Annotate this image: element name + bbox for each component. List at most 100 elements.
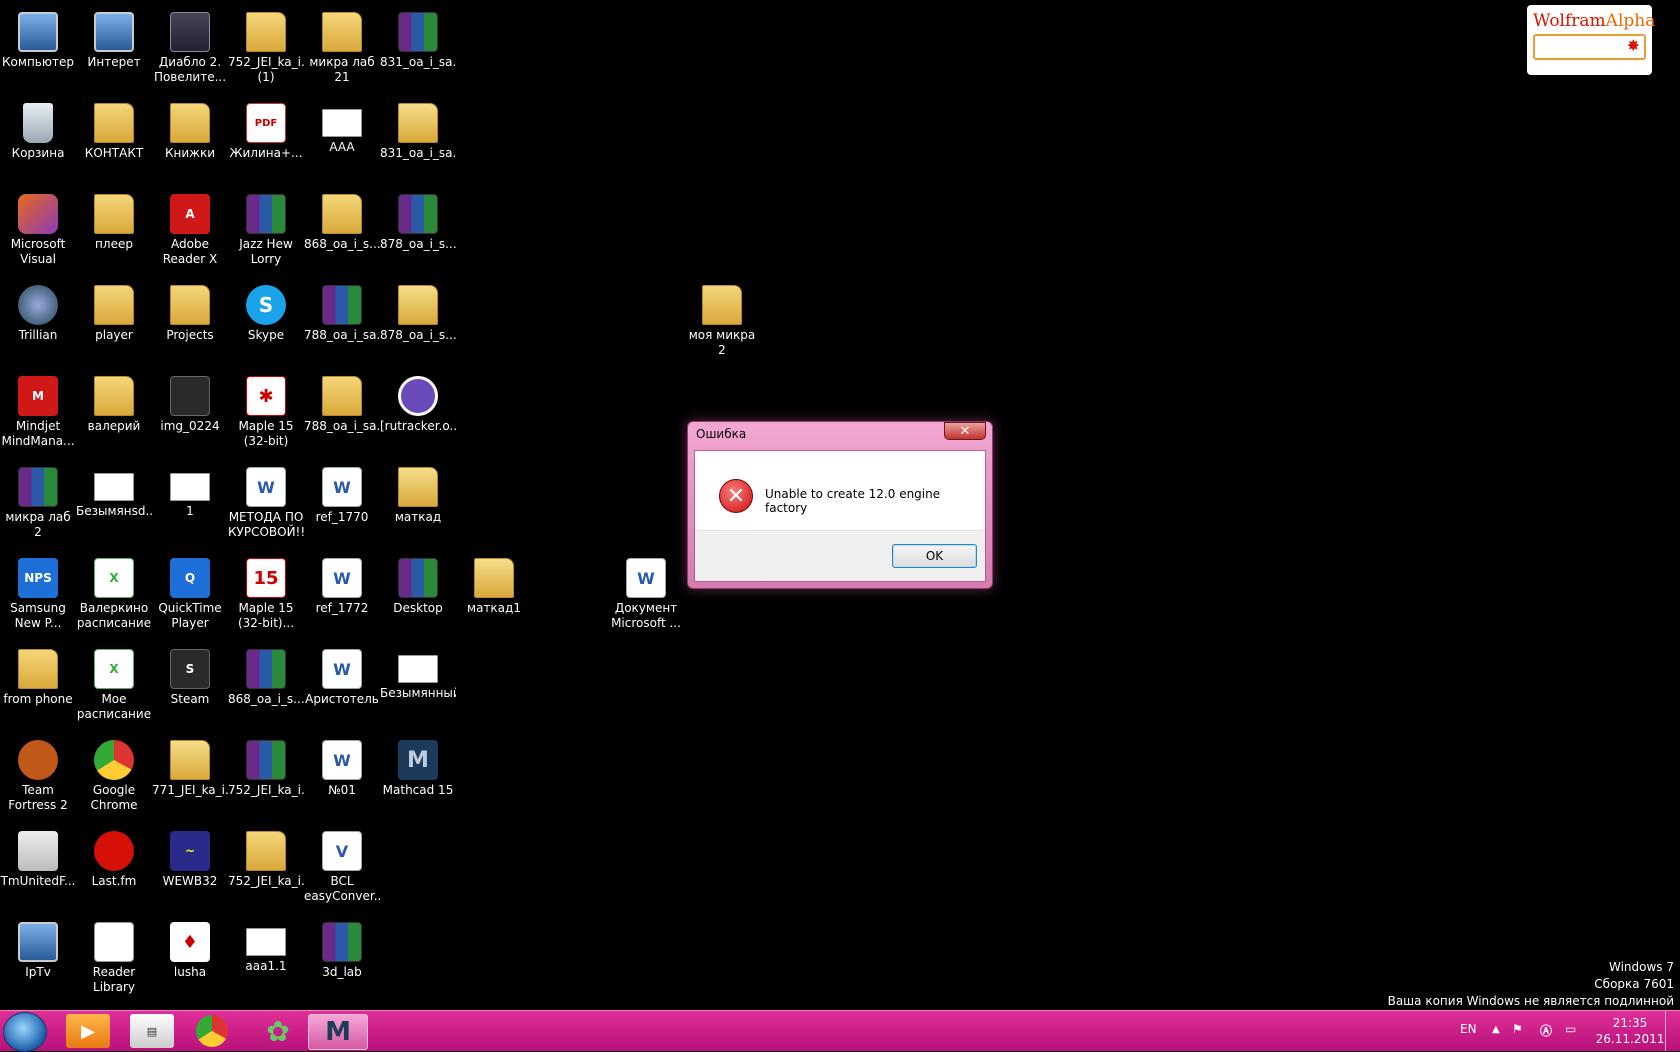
desktop-icon[interactable]: Интерет xyxy=(76,6,152,94)
show-desktop-button[interactable] xyxy=(1665,1011,1680,1051)
rar-icon xyxy=(398,12,438,52)
desktop-icon[interactable]: Q QuickTime Player xyxy=(152,552,228,640)
desktop-icon[interactable]: Wref_1772 xyxy=(304,552,380,640)
desktop-icon-label: Безымянsd... xyxy=(76,504,152,518)
desktop-icon-label: aaa1.1 xyxy=(245,959,287,973)
desktop-icon[interactable]: Книжки xyxy=(152,97,228,185)
dialog-close-button[interactable]: ✕ xyxy=(944,422,986,440)
folder-icon xyxy=(18,649,58,689)
desktop-icon[interactable]: Projects xyxy=(152,279,228,367)
language-indicator[interactable]: EN xyxy=(1460,1022,1477,1036)
desktop-icon[interactable]: W Аристотель xyxy=(304,643,380,731)
desktop-icon[interactable]: 788_oa_i_sa... xyxy=(304,279,380,367)
start-button[interactable] xyxy=(3,1012,47,1052)
desktop-icon-label: моя микра 2 xyxy=(688,328,756,357)
book-icon xyxy=(94,922,134,962)
desktop-icon[interactable]: W №01 xyxy=(304,734,380,822)
action-center-flag-icon[interactable]: ⚑ xyxy=(1512,1022,1523,1036)
desktop-icon[interactable]: NPS Samsung New P... xyxy=(0,552,76,640)
antivirus-tray-icon[interactable]: Ⓐ xyxy=(1540,1022,1552,1039)
desktop-icon[interactable]: ♦ lusha xyxy=(152,916,228,1004)
desktop-icon[interactable]: A Adobe Reader X xyxy=(152,188,228,276)
desktop-icon-label: Mathcad 15 xyxy=(382,783,454,797)
desktop-icon[interactable]: Wref_1770 xyxy=(304,461,380,549)
desktop-icon[interactable]: маткад xyxy=(380,461,456,549)
desktop-icon[interactable]: from phone xyxy=(0,643,76,731)
desktop-icon[interactable]: V BCL easyConver... xyxy=(304,825,380,913)
ok-button[interactable]: OK xyxy=(892,544,977,568)
network-tray-icon[interactable]: ▭ xyxy=(1565,1022,1576,1036)
desktop-icon[interactable]: S Steam xyxy=(152,643,228,731)
desktop-icon[interactable]: 831_oa_i_sa... xyxy=(380,97,456,185)
desktop-icon[interactable]: Google Chrome xyxy=(76,734,152,822)
desktop-icon[interactable]: M Mathcad 15 xyxy=(380,734,456,822)
desktop-icon[interactable]: Last.fm xyxy=(76,825,152,913)
desktop-icon[interactable]: ✱ Maple 15 (32-bit) xyxy=(228,370,304,458)
desktop-icon[interactable]: 831_oa_i_sa... xyxy=(380,6,456,94)
desktop-icon[interactable]: 788_oa_i_sa... xyxy=(304,370,380,458)
error-dialog[interactable]: Ошибка ✕ ✕ Unable to create 12.0 engine … xyxy=(687,421,993,589)
folder-doc-icon xyxy=(398,467,438,507)
taskbar-tm-united-icon[interactable]: ▤ xyxy=(130,1014,174,1048)
desktop-icon[interactable]: IpTv xyxy=(0,916,76,1004)
taskbar-chrome-icon[interactable] xyxy=(196,1015,228,1047)
desktop-icon[interactable]: КОНТАКТ xyxy=(76,97,152,185)
taskbar-icq-icon[interactable]: ✿ xyxy=(256,1014,300,1048)
folder-icon xyxy=(246,831,286,871)
desktop-icon[interactable]: X Мое расписание xyxy=(76,643,152,731)
desktop-icon[interactable]: Безымянsd... xyxy=(76,461,152,549)
desktop-icon[interactable]: W Документ Microsoft ... xyxy=(608,552,684,640)
desktop-icon[interactable]: 771_JEI_ka_i... xyxy=(152,734,228,822)
desktop-icon[interactable]: aaa1.1 xyxy=(228,916,304,1004)
desktop-icon[interactable]: W МЕТОДА ПО КУРСОВОЙ!!! xyxy=(228,461,304,549)
desktop-icon[interactable]: Team Fortress 2 xyxy=(0,734,76,822)
desktop-icon[interactable]: 15 Maple 15 (32-bit)... xyxy=(228,552,304,640)
desktop-icon[interactable]: [rutracker.o... xyxy=(380,370,456,458)
desktop-icon[interactable]: маткад1 xyxy=(456,552,532,640)
desktop-icon[interactable]: X Валеркино расписание xyxy=(76,552,152,640)
desktop-icon[interactable]: валерий xyxy=(76,370,152,458)
desktop-icon[interactable]: 1 xyxy=(152,461,228,549)
taskbar-media-player-icon[interactable]: ▶ xyxy=(66,1014,110,1048)
desktop-icon[interactable]: 868_oa_i_s... xyxy=(304,188,380,276)
desktop-icon[interactable]: Корзина xyxy=(0,97,76,185)
wolfram-search-input[interactable]: ✸ xyxy=(1533,34,1646,60)
desktop-icon[interactable]: Desktop xyxy=(380,552,456,640)
folder-icon xyxy=(702,285,742,325)
desktop-icon[interactable]: микра лаб 2 xyxy=(0,461,76,549)
computer-icon xyxy=(18,12,58,52)
desktop-icon[interactable]: ~ WEWB32 xyxy=(152,825,228,913)
desktop-icon[interactable]: Безымянный xyxy=(380,643,456,731)
desktop-icon[interactable]: 752_JEI_ka_i... xyxy=(228,825,304,913)
desktop-icon[interactable]: M Mindjet MindMana... xyxy=(0,370,76,458)
desktop-icon[interactable]: 868_oa_i_s... xyxy=(228,643,304,731)
clock[interactable]: 21:35 26.11.2011 xyxy=(1590,1015,1670,1047)
desktop-icon[interactable]: Компьютер xyxy=(0,6,76,94)
desktop-icon-label: 788_oa_i_sa... xyxy=(304,419,380,433)
desktop-icon[interactable]: Jazz Hew Lorry xyxy=(228,188,304,276)
desktop-icon[interactable]: img_0224 xyxy=(152,370,228,458)
dialog-title: Ошибка xyxy=(696,427,747,441)
desktop-icon[interactable]: Microsoft Visual Stud... xyxy=(0,188,76,276)
desktop-icon[interactable]: AAA xyxy=(304,97,380,185)
desktop-icon[interactable]: S Skype xyxy=(228,279,304,367)
desktop-icon[interactable]: PDF Жилина+... xyxy=(228,97,304,185)
desktop-icon[interactable]: 752_JEI_ka_i... xyxy=(228,734,304,822)
desktop-icon[interactable]: Диабло 2. Повелите... xyxy=(152,6,228,94)
wolfram-alpha-widget[interactable]: WolframAlpha ✸ xyxy=(1527,5,1655,75)
taskbar-mathcad-icon[interactable]: M xyxy=(308,1014,368,1050)
desktop-icon[interactable]: Reader Library xyxy=(76,916,152,1004)
desktop-icon[interactable]: микра лаб 21 xyxy=(304,6,380,94)
desktop-icon[interactable]: плеер xyxy=(76,188,152,276)
tray-expand-icon[interactable]: ▲ xyxy=(1492,1024,1500,1035)
desktop-icon[interactable]: моя микра 2 xyxy=(684,279,760,367)
desktop-icon[interactable]: 878_oa_i_s... xyxy=(380,188,456,276)
desktop-icon[interactable]: 752_JEI_ka_i... (1) xyxy=(228,6,304,94)
desktop-icon[interactable]: 878_oa_i_s... xyxy=(380,279,456,367)
desktop-icon[interactable]: 3d_lab xyxy=(304,916,380,1004)
desktop-icon[interactable]: TmUnitedF... xyxy=(0,825,76,913)
rar-icon xyxy=(322,922,362,962)
desktop-icon[interactable]: player xyxy=(76,279,152,367)
desktop-icon[interactable]: Trillian xyxy=(0,279,76,367)
wolfram-star-icon[interactable]: ✸ xyxy=(1627,36,1640,56)
